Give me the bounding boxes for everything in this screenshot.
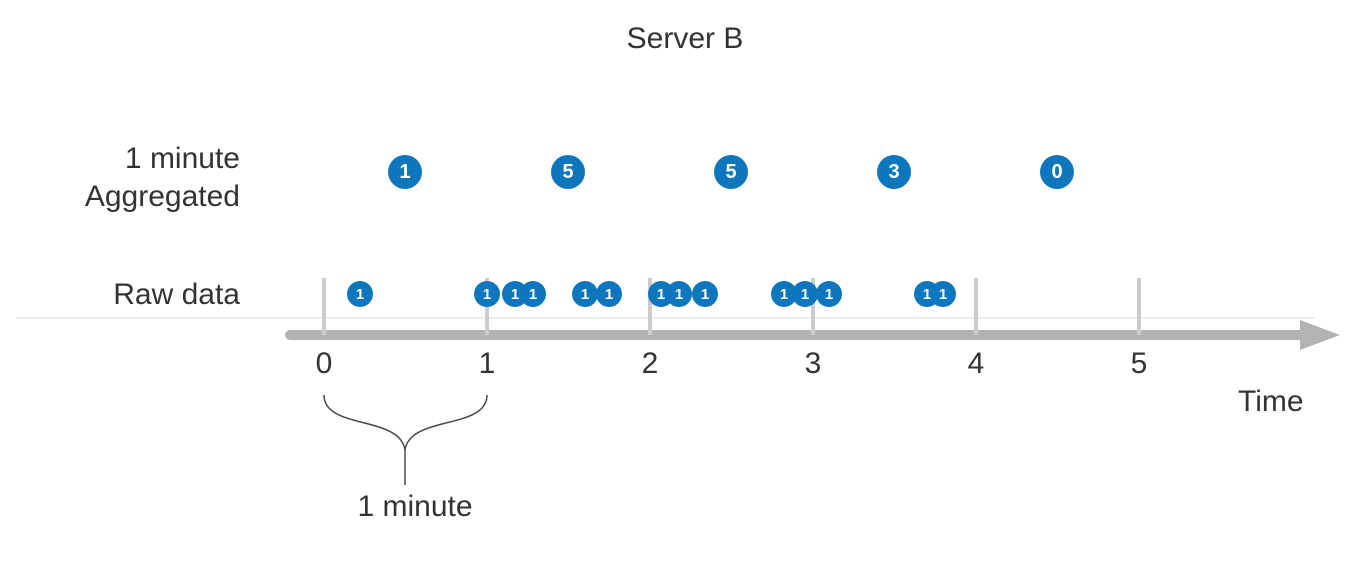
aggregated-bubble-4: 0 <box>1040 155 1074 189</box>
tick-label-2: 2 <box>630 347 670 381</box>
raw-bubble-7: 1 <box>666 281 692 307</box>
aggregated-bubble-2: 5 <box>714 155 748 189</box>
interval-brace-label: 1 minute <box>335 490 495 524</box>
raw-bubble-1: 1 <box>474 281 500 307</box>
raw-bubble-11: 1 <box>816 281 842 307</box>
time-axis-arrowhead <box>1300 320 1340 350</box>
tick-label-3: 3 <box>793 347 833 381</box>
interval-brace <box>324 395 487 450</box>
raw-bubble-0: 1 <box>347 281 373 307</box>
tick-label-1: 1 <box>467 347 507 381</box>
raw-bubble-5: 1 <box>596 281 622 307</box>
tick-label-0: 0 <box>304 347 344 381</box>
tick-label-4: 4 <box>956 347 996 381</box>
raw-bubble-13: 1 <box>930 281 956 307</box>
aggregated-bubble-1: 5 <box>551 155 585 189</box>
tick-label-5: 5 <box>1119 347 1159 381</box>
raw-bubble-8: 1 <box>692 281 718 307</box>
x-axis-label: Time <box>1238 385 1304 419</box>
aggregated-bubble-0: 1 <box>388 155 422 189</box>
raw-bubble-10: 1 <box>792 281 818 307</box>
aggregated-bubble-3: 3 <box>877 155 911 189</box>
raw-bubble-4: 1 <box>572 281 598 307</box>
raw-bubble-3: 1 <box>520 281 546 307</box>
